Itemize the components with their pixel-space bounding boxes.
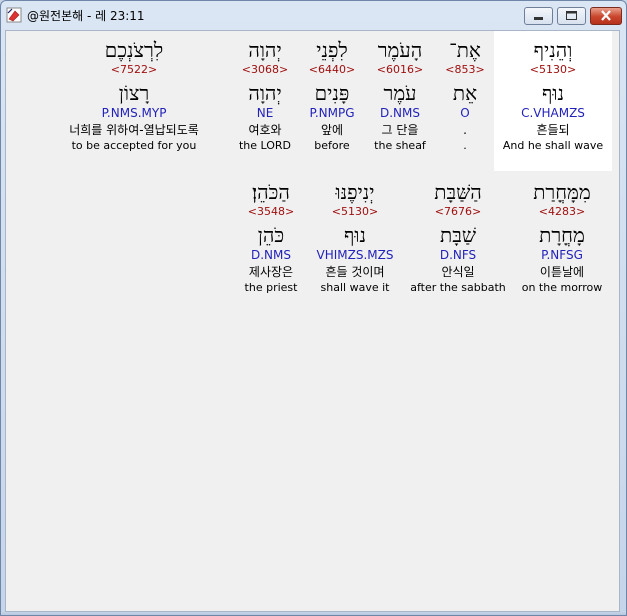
lemma: נוּף [344,223,366,247]
korean-gloss: 제사장은 [248,265,294,279]
bible-app-icon [6,7,22,23]
hebrew-word[interactable]: וְהֵנִיף [494,37,612,63]
korean-gloss: 안식일 [441,265,475,279]
morphology: D.NMS [379,106,420,120]
lemma: נוּף [542,81,564,105]
english-gloss: shall wave it [320,281,390,294]
lemma: אֵת [452,81,478,105]
maximize-button[interactable] [557,7,586,25]
hebrew-word[interactable]: אֶת־ [435,37,495,63]
word-column[interactable]: יְהוָה <3068> יְהוָה NE 여호와 the LORD [233,37,297,152]
english-gloss: And he shall wave [502,139,604,152]
korean-gloss: 그 단을 [381,123,419,137]
morphology: P.NMPG [309,106,355,120]
maximize-icon [566,11,577,20]
lemma: עֹמֶר [383,81,417,105]
strong-number[interactable]: <5130> [309,205,401,219]
minimize-button[interactable] [524,7,553,25]
lemma: רָצוֹן [118,81,150,105]
strong-number[interactable]: <6016> [367,63,433,77]
english-gloss: before [314,139,350,152]
strong-number[interactable]: <5130> [494,63,612,77]
korean-gloss: 흔들 것이며 [325,265,385,279]
lemma: מָחֳרָת [539,223,585,247]
word-column[interactable]: מִמָּחֳרַת <4283> מָחֳרָת P.NFSG 이튿날에 on… [514,179,610,294]
strong-number[interactable]: <4283> [514,205,610,219]
morphology: D.NFS [439,248,477,262]
morphology: O [460,106,470,120]
interlinear-view: וְהֵנִיף <5130> נוּף C.VHAMZS 흔들되 And he… [5,30,620,612]
word-column[interactable]: אֶת־ <853> אֵת O . . [435,37,495,152]
morphology: C.VHAMZS [521,106,585,120]
strong-number[interactable]: <853> [435,63,495,77]
english-gloss: the LORD [238,139,292,152]
english-gloss: to be accepted for you [71,139,197,152]
close-icon [601,10,611,21]
strong-number[interactable]: <3548> [238,205,304,219]
morphology: P.NMS.MYP [101,106,167,120]
korean-gloss: 너희를 위하여-열납되도록 [69,123,199,137]
strong-number[interactable]: <7522> [44,63,224,77]
korean-gloss: 흔들되 [536,123,570,137]
lemma: פָּנִים [314,81,350,105]
hebrew-word[interactable]: יְנִיפֶנּוּ [309,179,401,205]
morphology: NE [256,106,274,120]
english-gloss: after the sabbath [410,281,506,294]
hebrew-word[interactable]: לִפְנֵי [301,37,363,63]
english-gloss: the sheaf [374,139,426,152]
english-gloss: on the morrow [521,281,603,294]
english-gloss: the priest [244,281,298,294]
english-gloss: . [463,139,467,152]
word-column[interactable]: לִפְנֵי <6440> פָּנִים P.NMPG 앞에 before [301,37,363,152]
hebrew-word[interactable]: הַכֹּהֵן׃ [238,179,304,205]
word-column[interactable]: הַשַּׁבָּת <7676> שַׁבָּת D.NFS 안식일 afte… [406,179,510,294]
morphology: P.NFSG [541,248,583,262]
word-column[interactable]: יְנִיפֶנּוּ <5130> נוּף VHIMZS.MZS 흔들 것이… [309,179,401,294]
window-bottom-border [1,612,626,615]
window-title: @원전본해 - 레 23:11 [27,9,145,23]
morphology: VHIMZS.MZS [316,248,394,262]
korean-gloss: . [463,123,467,137]
hebrew-word[interactable]: הַשַּׁבָּת [406,179,510,205]
morphology: D.NMS [250,248,291,262]
lemma: יְהוָה [248,81,282,105]
korean-gloss: 이튿날에 [539,265,585,279]
korean-gloss: 여호와 [248,123,282,137]
word-column[interactable]: הָעֹמֶר <6016> עֹמֶר D.NMS 그 단을 the shea… [367,37,433,152]
minimize-icon [534,17,543,20]
strong-number[interactable]: <7676> [406,205,510,219]
lemma: כֹּהֵן [257,223,285,247]
close-button[interactable] [590,7,622,25]
korean-gloss: 앞에 [320,123,344,137]
hebrew-word[interactable]: יְהוָה [233,37,297,63]
lemma: שַׁבָּת [440,223,476,247]
app-window: @원전본해 - 레 23:11 וְהֵנִיף <5130> נוּף C.V… [0,0,627,616]
hebrew-word[interactable]: הָעֹמֶר [367,37,433,63]
word-column[interactable]: הַכֹּהֵן׃ <3548> כֹּהֵן D.NMS 제사장은 the p… [238,179,304,294]
hebrew-word[interactable]: לִרְצֹנְכֶם [44,37,224,63]
strong-number[interactable]: <6440> [301,63,363,77]
strong-number[interactable]: <3068> [233,63,297,77]
hebrew-word[interactable]: מִמָּחֳרַת [514,179,610,205]
word-column[interactable]: לִרְצֹנְכֶם <7522> רָצוֹן P.NMS.MYP 너희를 … [44,37,224,152]
title-bar[interactable]: @원전본해 - 레 23:11 [1,1,626,29]
word-column[interactable]: וְהֵנִיף <5130> נוּף C.VHAMZS 흔들되 And he… [494,37,612,152]
